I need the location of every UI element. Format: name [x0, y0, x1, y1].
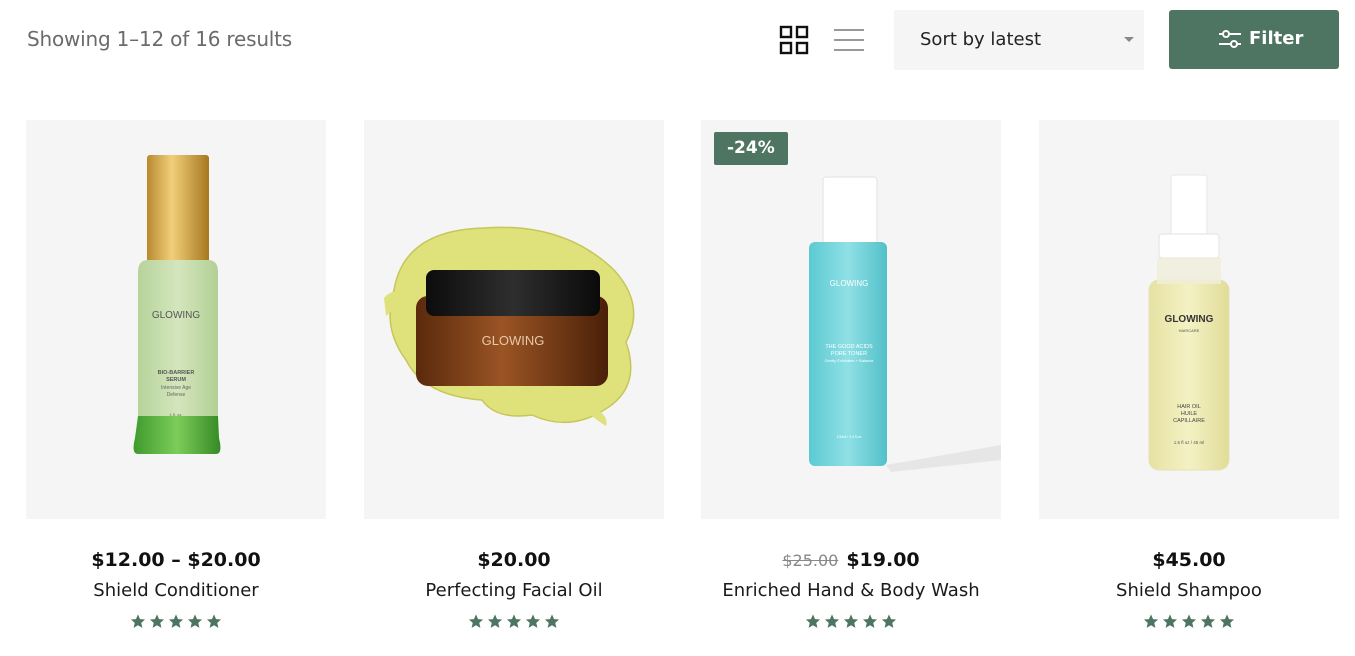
sliders-icon	[1219, 30, 1241, 48]
product-price: $25.00 $19.00	[701, 549, 1001, 571]
star-icon	[187, 614, 203, 628]
product-price: $20.00	[477, 549, 551, 571]
star-icon	[206, 614, 222, 628]
list-view-button[interactable]	[832, 25, 866, 55]
star-icon	[1181, 614, 1197, 628]
product-title[interactable]: Shield Conditioner	[26, 580, 326, 601]
grid-icon	[779, 25, 809, 55]
product-image[interactable]: GLOWING HAIRCARE HAIR OIL HUILE CAPILLAI…	[1039, 120, 1339, 519]
filter-label: Filter	[1249, 28, 1304, 49]
star-icon	[843, 614, 859, 628]
product-title[interactable]: Perfecting Facial Oil	[364, 580, 664, 601]
product-card: GLOWING BIO-BARRIER SERUM Intensive Age …	[26, 120, 326, 640]
product-label-text: GLOWING	[830, 279, 869, 288]
sort-select[interactable]: Sort by latest	[894, 10, 1144, 70]
product-title[interactable]: Enriched Hand & Body Wash	[701, 580, 1001, 601]
star-rating	[1039, 613, 1339, 634]
star-icon	[1200, 614, 1216, 628]
result-count: Showing 1–12 of 16 results	[27, 27, 293, 51]
svg-text:Intensive Age: Intensive Age	[161, 385, 191, 391]
star-icon	[506, 614, 522, 628]
product-title[interactable]: Shield Shampoo	[1039, 580, 1339, 601]
star-icon	[487, 614, 503, 628]
sort-selected-value: Sort by latest	[920, 29, 1042, 50]
svg-text:HAIR OIL: HAIR OIL	[1177, 404, 1201, 410]
star-icon	[824, 614, 840, 628]
star-icon	[862, 614, 878, 628]
grid-view-button[interactable]	[779, 25, 809, 55]
product-image[interactable]: GLOWING	[364, 120, 664, 519]
star-icon	[468, 614, 484, 628]
svg-text:CAPILLAIRE: CAPILLAIRE	[1173, 418, 1205, 424]
product-label-text: GLOWING	[1165, 314, 1214, 325]
star-rating	[701, 613, 1001, 634]
filter-button[interactable]: Filter	[1169, 10, 1339, 69]
shop-toolbar: Showing 1–12 of 16 results Sort by lates…	[0, 0, 1355, 80]
svg-text:HAIRCARE: HAIRCARE	[1179, 328, 1200, 333]
old-price: $25.00	[782, 551, 839, 570]
list-icon	[834, 29, 864, 51]
sale-badge: -24%	[714, 132, 788, 165]
svg-text:100ml / 3.4 fl.oz: 100ml / 3.4 fl.oz	[837, 435, 862, 439]
product-card: GLOWING THE GOOD ACIDS PORE TONER Gently…	[701, 120, 1001, 640]
star-icon	[544, 614, 560, 628]
star-icon	[130, 614, 146, 628]
svg-text:BIO-BARRIER: BIO-BARRIER	[158, 370, 195, 376]
serum-bottle-image: GLOWING BIO-BARRIER SERUM Intensive Age …	[133, 155, 221, 454]
star-icon	[149, 614, 165, 628]
star-rating	[364, 613, 664, 634]
toner-bottle-image: GLOWING THE GOOD ACIDS PORE TONER Gently…	[809, 176, 1001, 472]
svg-text:Gently Exfoliates + Balance: Gently Exfoliates + Balance	[824, 358, 874, 363]
product-price: $45.00	[1152, 549, 1226, 571]
star-icon	[525, 614, 541, 628]
svg-text:SERUM: SERUM	[166, 377, 186, 383]
product-label-text: GLOWING	[152, 310, 201, 321]
product-label-text: GLOWING	[482, 333, 545, 348]
product-card: GLOWING HAIRCARE HAIR OIL HUILE CAPILLAI…	[1039, 120, 1339, 640]
star-icon	[1162, 614, 1178, 628]
svg-text:Defense: Defense	[167, 392, 186, 398]
svg-text:1 fl. oz.: 1 fl. oz.	[170, 412, 183, 417]
caret-down-icon	[1124, 37, 1134, 42]
product-image[interactable]: GLOWING THE GOOD ACIDS PORE TONER Gently…	[701, 120, 1001, 519]
star-icon	[168, 614, 184, 628]
sale-price: $19.00	[846, 549, 920, 571]
facial-oil-jar-image: GLOWING	[384, 226, 635, 426]
star-icon	[1143, 614, 1159, 628]
product-price: $12.00 – $20.00	[91, 549, 261, 571]
svg-text:THE GOOD ACIDS: THE GOOD ACIDS	[825, 344, 873, 350]
product-image[interactable]: GLOWING BIO-BARRIER SERUM Intensive Age …	[26, 120, 326, 519]
star-icon	[805, 614, 821, 628]
star-icon	[1219, 614, 1235, 628]
svg-text:PORE TONER: PORE TONER	[831, 351, 867, 357]
product-card: GLOWING $20.00 Perfecting Facial Oil	[364, 120, 664, 640]
svg-text:1.5 fl oz / 45 ml: 1.5 fl oz / 45 ml	[1174, 440, 1205, 445]
svg-text:HUILE: HUILE	[1181, 411, 1198, 417]
star-icon	[881, 614, 897, 628]
star-rating	[26, 613, 326, 634]
hair-oil-bottle-image: GLOWING HAIRCARE HAIR OIL HUILE CAPILLAI…	[1148, 174, 1230, 471]
